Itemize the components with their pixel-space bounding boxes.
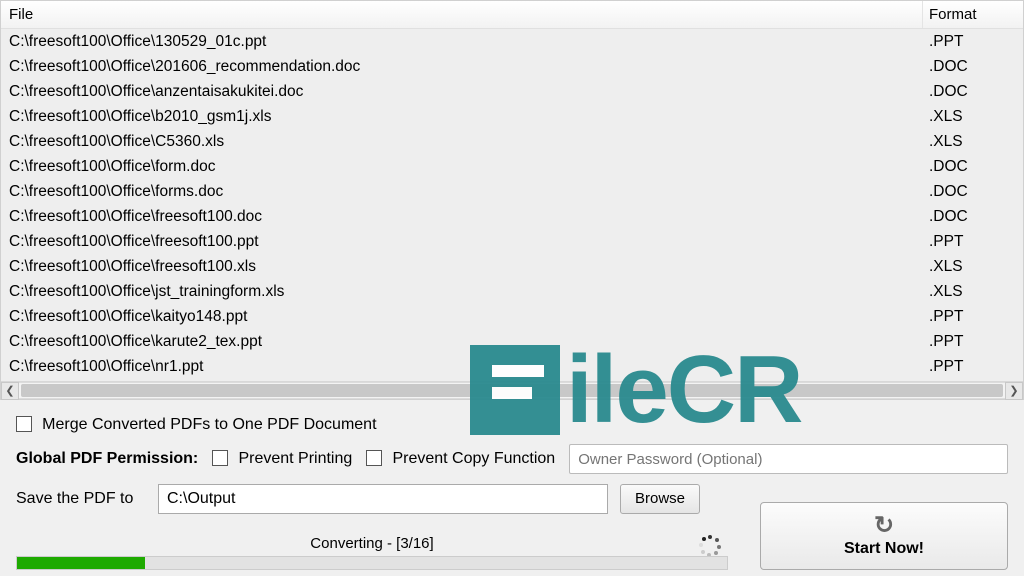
- file-path-cell: C:\freesoft100\Office\kaityo148.ppt: [1, 304, 923, 329]
- file-format-cell: .PPT: [923, 29, 1023, 54]
- file-list[interactable]: File Format C:\freesoft100\Office\130529…: [0, 0, 1024, 400]
- scroll-left-icon[interactable]: ❮: [1, 382, 19, 400]
- browse-button[interactable]: Browse: [620, 484, 700, 514]
- file-format-cell: .PPT: [923, 354, 1023, 379]
- table-row[interactable]: C:\freesoft100\Office\130529_01c.ppt.PPT: [1, 29, 1023, 54]
- file-path-cell: C:\freesoft100\Office\jst_trainingform.x…: [1, 279, 923, 304]
- owner-password-input[interactable]: [569, 444, 1008, 474]
- file-path-cell: C:\freesoft100\Office\b2010_gsm1j.xls: [1, 104, 923, 129]
- column-header-file[interactable]: File: [1, 1, 923, 28]
- table-row[interactable]: C:\freesoft100\Office\b2010_gsm1j.xls.XL…: [1, 104, 1023, 129]
- scroll-track[interactable]: [19, 382, 1005, 399]
- file-path-cell: C:\freesoft100\Office\form.doc: [1, 154, 923, 179]
- file-format-cell: .DOC: [923, 79, 1023, 104]
- file-format-cell: .DOC: [923, 154, 1023, 179]
- table-row[interactable]: C:\freesoft100\Office\201606_recommendat…: [1, 54, 1023, 79]
- save-path-input[interactable]: C:\Output: [158, 484, 608, 514]
- table-row[interactable]: C:\freesoft100\Office\jst_trainingform.x…: [1, 279, 1023, 304]
- table-row[interactable]: C:\freesoft100\Office\anzentaisakukitei.…: [1, 79, 1023, 104]
- status-text: Converting - [3/16]: [310, 535, 433, 552]
- prevent-copy-checkbox[interactable]: [366, 450, 382, 466]
- file-format-cell: .DOC: [923, 54, 1023, 79]
- file-format-cell: .XLS: [923, 129, 1023, 154]
- horizontal-scrollbar[interactable]: ❮ ❯: [1, 381, 1023, 399]
- refresh-icon: ↻: [874, 514, 894, 538]
- table-row[interactable]: C:\freesoft100\Office\C5360.xls.XLS: [1, 129, 1023, 154]
- table-row[interactable]: C:\freesoft100\Office\kaityo148.ppt.PPT: [1, 304, 1023, 329]
- file-format-cell: .PPT: [923, 229, 1023, 254]
- start-now-button[interactable]: ↻ Start Now!: [760, 502, 1008, 570]
- options-panel: Merge Converted PDFs to One PDF Document…: [0, 400, 1024, 480]
- file-path-cell: C:\freesoft100\Office\freesoft100.doc: [1, 204, 923, 229]
- table-row[interactable]: C:\freesoft100\Office\karute2_tex.ppt.PP…: [1, 329, 1023, 354]
- file-path-cell: C:\freesoft100\Office\forms.doc: [1, 179, 923, 204]
- merge-pdf-label: Merge Converted PDFs to One PDF Document: [42, 416, 376, 433]
- table-row[interactable]: C:\freesoft100\Office\freesoft100.xls.XL…: [1, 254, 1023, 279]
- table-row[interactable]: C:\freesoft100\Office\freesoft100.doc.DO…: [1, 204, 1023, 229]
- file-format-cell: .XLS: [923, 104, 1023, 129]
- file-path-cell: C:\freesoft100\Office\201606_recommendat…: [1, 54, 923, 79]
- table-row[interactable]: C:\freesoft100\Office\nr1.ppt.PPT: [1, 354, 1023, 379]
- file-path-cell: C:\freesoft100\Office\freesoft100.xls: [1, 254, 923, 279]
- prevent-printing-checkbox[interactable]: [212, 450, 228, 466]
- table-row[interactable]: C:\freesoft100\Office\freesoft100.ppt.PP…: [1, 229, 1023, 254]
- save-path-label: Save the PDF to: [16, 490, 146, 508]
- file-format-cell: .PPT: [923, 329, 1023, 354]
- file-format-cell: .PPT: [923, 304, 1023, 329]
- file-path-cell: C:\freesoft100\Office\C5360.xls: [1, 129, 923, 154]
- file-list-body: C:\freesoft100\Office\130529_01c.ppt.PPT…: [1, 29, 1023, 381]
- file-format-cell: .XLS: [923, 279, 1023, 304]
- file-path-cell: C:\freesoft100\Office\freesoft100.ppt: [1, 229, 923, 254]
- file-path-cell: C:\freesoft100\Office\nr1.ppt: [1, 354, 923, 379]
- table-row[interactable]: C:\freesoft100\Office\forms.doc.DOC: [1, 179, 1023, 204]
- prevent-printing-label: Prevent Printing: [238, 450, 352, 467]
- file-format-cell: .DOC: [923, 179, 1023, 204]
- file-path-cell: C:\freesoft100\Office\anzentaisakukitei.…: [1, 79, 923, 104]
- start-button-label: Start Now!: [844, 540, 924, 558]
- status-row: Converting - [3/16]: [0, 535, 744, 576]
- progress-fill: [17, 557, 145, 569]
- column-header-format[interactable]: Format: [923, 1, 1023, 28]
- scroll-thumb[interactable]: [21, 384, 1003, 397]
- scroll-right-icon[interactable]: ❯: [1005, 382, 1023, 400]
- table-row[interactable]: C:\freesoft100\Office\form.doc.DOC: [1, 154, 1023, 179]
- merge-pdf-checkbox[interactable]: [16, 416, 32, 432]
- file-list-header: File Format: [1, 1, 1023, 29]
- prevent-copy-label: Prevent Copy Function: [392, 450, 555, 467]
- file-format-cell: .XLS: [923, 254, 1023, 279]
- spinner-icon: [700, 535, 720, 555]
- file-path-cell: C:\freesoft100\Office\karute2_tex.ppt: [1, 329, 923, 354]
- file-path-cell: C:\freesoft100\Office\130529_01c.ppt: [1, 29, 923, 54]
- file-format-cell: .DOC: [923, 204, 1023, 229]
- global-permission-label: Global PDF Permission:: [16, 450, 198, 468]
- progress-bar: [16, 556, 728, 570]
